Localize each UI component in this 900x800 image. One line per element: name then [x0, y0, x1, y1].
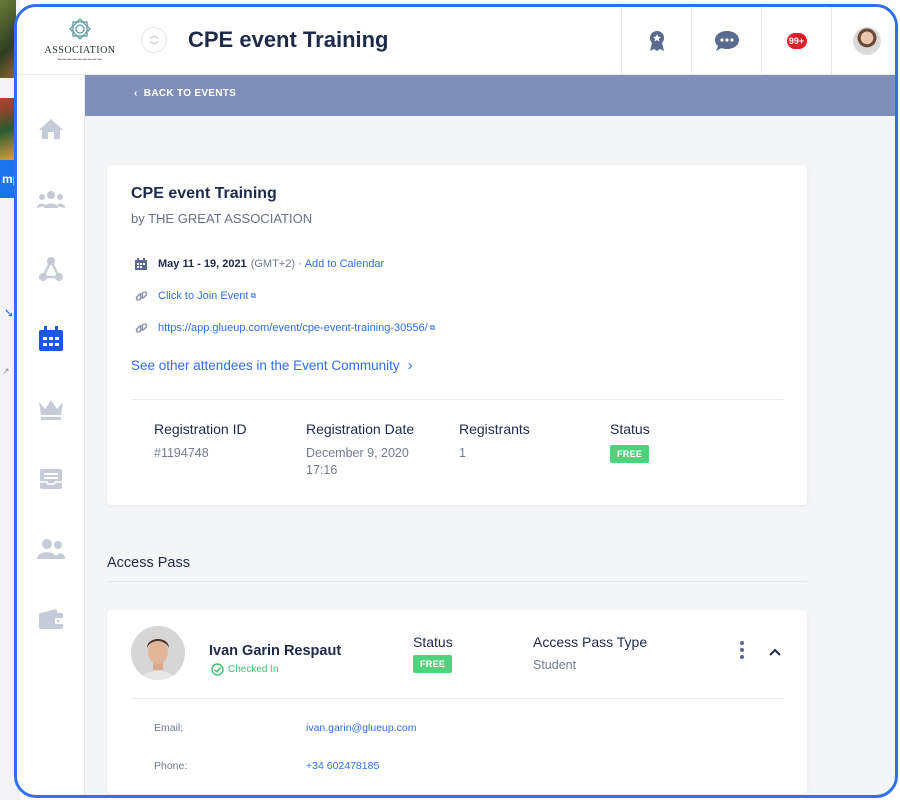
sidebar-item-groups[interactable]	[35, 183, 67, 215]
divider	[131, 698, 783, 699]
phone-link[interactable]: +34 602478185	[306, 760, 379, 772]
logo-tagline: ▬▬▬▬▬▬▬▬▬	[57, 56, 103, 61]
attendee-name: Ivan Garin Respaut	[209, 643, 342, 659]
chat-icon	[714, 31, 739, 51]
registration-id-value: #1194748	[154, 446, 209, 460]
registrants-column: Registrants 1	[459, 421, 530, 462]
checked-in-status: Checked In	[211, 663, 279, 676]
event-card: CPE event Training by THE GREAT ASSOCIAT…	[107, 165, 807, 505]
event-community-link[interactable]: See other attendees in the Event Communi…	[131, 357, 413, 374]
sidebar-item-membership[interactable]	[35, 393, 67, 425]
sidebar	[17, 75, 85, 795]
registration-time-line: 17:16	[306, 463, 338, 477]
pass-type-label: Access Pass Type	[533, 634, 648, 650]
groups-icon	[37, 191, 65, 208]
award-icon	[649, 31, 664, 51]
chat-button[interactable]	[691, 7, 761, 75]
attendee-avatar	[131, 626, 185, 680]
sub-header: ‹ BACK TO EVENTS	[85, 75, 895, 116]
registration-id-column: Registration ID #1194748	[154, 421, 247, 462]
event-timezone: (GMT+2) ·	[250, 258, 302, 270]
user-menu-button[interactable]	[831, 7, 895, 75]
background-external-icon: ↗	[2, 366, 10, 376]
sidebar-item-events[interactable]	[35, 323, 67, 355]
back-to-events-link[interactable]: ‹ BACK TO EVENTS	[134, 88, 236, 99]
pass-type-value: Student	[533, 658, 577, 672]
link-icon	[134, 321, 148, 335]
pass-status-badge: FREE	[413, 655, 453, 673]
chevron-up-icon	[769, 648, 781, 656]
external-link-icon: ⧉	[429, 323, 436, 332]
pass-status-label: Status	[413, 634, 453, 650]
network-icon	[39, 257, 63, 281]
event-url-link[interactable]: https://app.glueup.com/event/cpe-event-t…	[158, 322, 428, 334]
event-organizer: by THE GREAT ASSOCIATION	[131, 211, 313, 226]
chevron-up-icon: ︿	[149, 30, 159, 40]
members-icon	[37, 539, 65, 559]
sidebar-item-home[interactable]	[35, 113, 67, 145]
kebab-menu-icon	[740, 641, 744, 659]
user-avatar	[852, 27, 881, 55]
section-divider	[107, 581, 807, 582]
registration-id-label: Registration ID	[154, 421, 247, 437]
more-options-button[interactable]	[732, 640, 752, 664]
check-circle-icon	[211, 663, 224, 676]
award-button[interactable]	[621, 7, 691, 75]
app-window: ASSOCIATION ▬▬▬▬▬▬▬▬▬ ︿ ﹀ CPE event Trai…	[14, 4, 898, 798]
divider	[131, 399, 783, 400]
logo-emblem-icon	[69, 18, 91, 40]
sidebar-item-inbox[interactable]	[35, 463, 67, 495]
registration-date-line: December 9, 2020	[306, 446, 409, 460]
event-date-row: May 11 - 19, 2021 (GMT+2) · Add to Calen…	[134, 257, 384, 271]
registrants-value: 1	[459, 446, 466, 460]
collapse-button[interactable]	[767, 644, 787, 664]
registration-date-label: Registration Date	[306, 421, 415, 437]
email-label: Email:	[154, 722, 184, 734]
inbox-icon	[40, 469, 62, 489]
community-link-label: See other attendees in the Event Communi…	[131, 358, 400, 373]
event-title: CPE event Training	[131, 185, 277, 202]
status-badge: FREE	[610, 445, 650, 463]
event-date: May 11 - 19, 2021	[158, 258, 247, 270]
link-icon	[134, 289, 148, 303]
checked-in-label: Checked In	[228, 664, 279, 675]
registrants-label: Registrants	[459, 421, 530, 437]
association-logo[interactable]: ASSOCIATION ▬▬▬▬▬▬▬▬▬	[25, 15, 135, 71]
page-title: CPE event Training	[188, 27, 389, 52]
sidebar-item-network[interactable]	[35, 253, 67, 285]
join-event-row: Click to Join Event ⧉	[134, 289, 256, 303]
status-label: Status	[610, 421, 650, 437]
event-switcher-button[interactable]: ︿ ﹀	[141, 27, 167, 53]
calendar-icon	[39, 326, 63, 351]
notification-badge: 99+	[786, 33, 807, 49]
email-link[interactable]: ivan.garin@glueup.com	[306, 722, 416, 734]
registration-date-column: Registration Date December 9, 2020 17:16	[306, 421, 414, 479]
chevron-right-icon: ›	[403, 357, 413, 374]
sidebar-item-wallet[interactable]	[35, 603, 67, 635]
access-pass-title: Access Pass	[107, 555, 190, 571]
external-link-icon: ⧉	[250, 291, 257, 300]
event-url-row: https://app.glueup.com/event/cpe-event-t…	[134, 321, 435, 335]
sidebar-item-members[interactable]	[35, 533, 67, 565]
chevron-down-icon: ﹀	[149, 41, 159, 51]
calendar-small-icon	[134, 257, 148, 271]
notifications-button[interactable]: 99+	[761, 7, 831, 75]
wallet-icon	[39, 609, 63, 629]
phone-label: Phone:	[154, 760, 188, 772]
home-icon	[39, 119, 63, 139]
join-event-link[interactable]: Click to Join Event	[158, 290, 248, 302]
back-label: BACK TO EVENTS	[143, 88, 237, 99]
add-to-calendar-link[interactable]: Add to Calendar	[305, 258, 385, 270]
registration-date-value: December 9, 2020 17:16	[306, 445, 414, 479]
crown-icon	[39, 400, 63, 420]
status-column: Status FREE	[610, 421, 650, 463]
logo-text: ASSOCIATION	[44, 45, 116, 56]
top-bar: ASSOCIATION ▬▬▬▬▬▬▬▬▬ ︿ ﹀ CPE event Trai…	[17, 7, 895, 75]
access-pass-card: Ivan Garin Respaut Checked In Status FRE…	[107, 610, 807, 794]
chevron-left-icon: ‹	[134, 88, 144, 99]
